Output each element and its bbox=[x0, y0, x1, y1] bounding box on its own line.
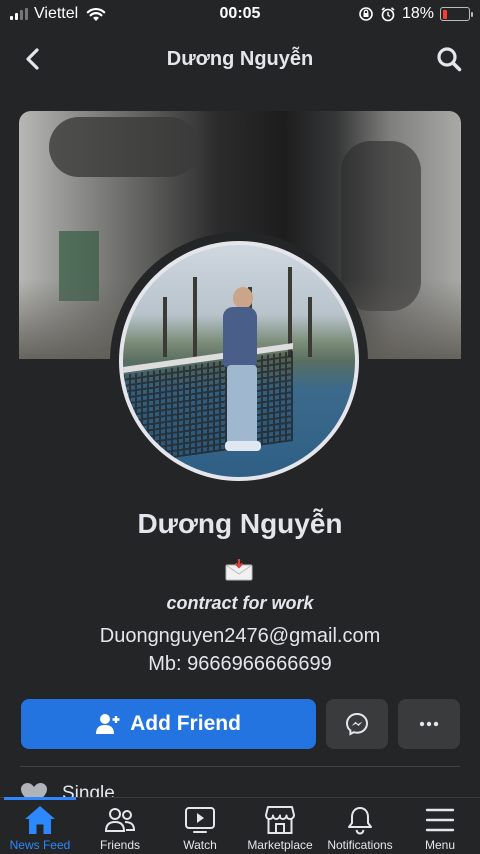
watch-icon bbox=[185, 807, 215, 833]
menu-icon bbox=[425, 808, 455, 832]
bell-icon bbox=[348, 807, 372, 835]
nav-label: Menu bbox=[424, 838, 456, 852]
marketplace-icon bbox=[265, 806, 295, 834]
orientation-lock-icon bbox=[359, 7, 373, 21]
nav-watch[interactable]: Watch bbox=[160, 798, 240, 854]
back-button[interactable] bbox=[18, 44, 48, 74]
bottom-navigation: News Feed Friends Watch Marketplace Noti… bbox=[0, 797, 480, 854]
wifi-icon bbox=[86, 7, 106, 21]
bio-text: contract for work bbox=[166, 593, 314, 613]
nav-menu[interactable]: Menu bbox=[400, 798, 480, 854]
add-friend-label: Add Friend bbox=[130, 712, 241, 735]
nav-news-feed[interactable]: News Feed bbox=[0, 798, 80, 854]
cellular-signal-icon bbox=[10, 8, 28, 20]
battery-icon bbox=[440, 7, 473, 21]
add-friend-icon bbox=[96, 714, 120, 734]
bio-phone: Mb: 9666966666699 bbox=[148, 653, 332, 675]
friends-icon bbox=[104, 808, 136, 832]
profile-header: Dương Nguyễn bbox=[0, 36, 480, 82]
envelope-arrow-icon bbox=[225, 559, 253, 581]
more-icon bbox=[419, 721, 439, 727]
nav-friends[interactable]: Friends bbox=[80, 798, 160, 854]
carrier-name: Viettel bbox=[34, 5, 79, 22]
messenger-icon bbox=[345, 712, 369, 736]
bio-email: Duongnguyen2476@gmail.com bbox=[99, 625, 381, 647]
more-options-button[interactable] bbox=[398, 699, 460, 749]
chevron-left-icon bbox=[26, 48, 39, 70]
page-title: Dương Nguyễn bbox=[166, 47, 314, 70]
active-tab-indicator bbox=[4, 797, 76, 800]
battery-percent: 18% bbox=[401, 5, 434, 22]
nav-marketplace[interactable]: Marketplace bbox=[240, 798, 320, 854]
profile-picture-ring bbox=[110, 232, 368, 490]
profile-picture[interactable] bbox=[119, 241, 359, 481]
search-icon bbox=[437, 47, 462, 72]
messenger-button[interactable] bbox=[326, 699, 388, 749]
nav-notifications[interactable]: Notifications bbox=[320, 798, 400, 854]
add-friend-button[interactable]: Add Friend bbox=[21, 699, 316, 749]
home-icon bbox=[25, 806, 55, 834]
nav-label: Friends bbox=[99, 838, 140, 852]
divider bbox=[20, 766, 460, 767]
status-bar: Viettel 00:05 18% bbox=[0, 0, 480, 28]
nav-label: Watch bbox=[183, 838, 217, 852]
nav-label: Marketplace bbox=[247, 838, 313, 852]
nav-label: News Feed bbox=[9, 838, 71, 852]
profile-name: Dương Nguyễn bbox=[137, 508, 343, 539]
search-button[interactable] bbox=[434, 44, 464, 74]
nav-label: Notifications bbox=[327, 838, 393, 852]
alarm-icon bbox=[381, 7, 395, 22]
